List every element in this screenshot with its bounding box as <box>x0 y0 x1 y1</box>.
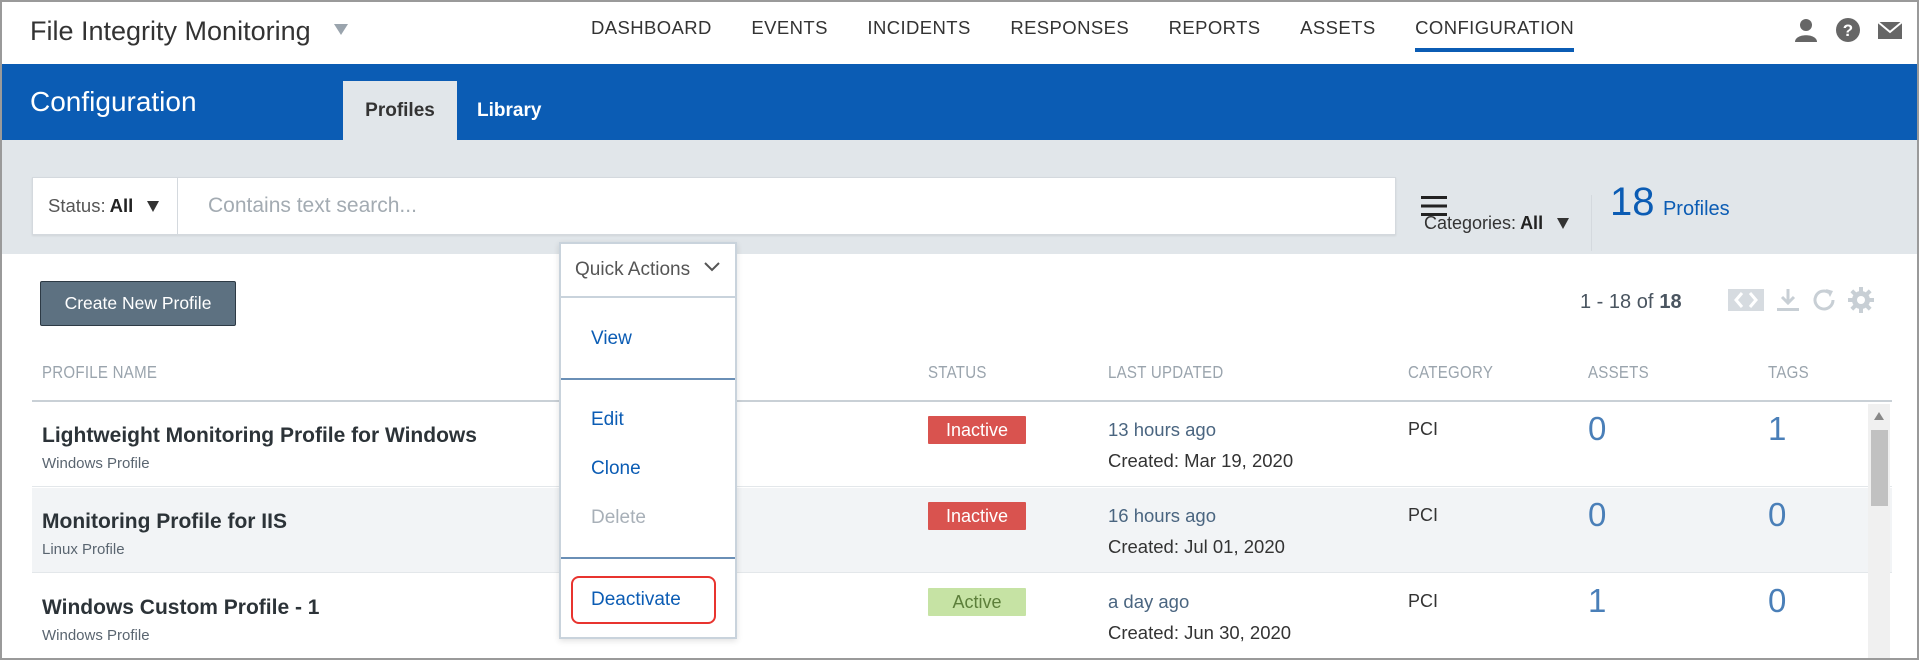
top-icons: ? <box>1793 17 1903 43</box>
create-new-profile-button[interactable]: Create New Profile <box>40 281 236 326</box>
profile-name[interactable]: Monitoring Profile for IIS <box>42 510 287 534</box>
status-filter[interactable]: Status: All <box>33 178 178 234</box>
nav-events[interactable]: EVENTS <box>751 17 827 53</box>
status-filter-value: All <box>109 195 134 216</box>
menu-item-clone[interactable]: Clone <box>591 458 641 480</box>
nav-configuration[interactable]: CONFIGURATION <box>1415 17 1575 53</box>
table-header: PROFILE NAME STATUS LAST UPDATED CATEGOR… <box>32 354 1892 402</box>
quick-actions-menu: Quick Actions View Edit Clone Delete Dea… <box>559 242 737 639</box>
download-icon[interactable] <box>1775 287 1801 313</box>
column-header-status[interactable]: STATUS <box>928 362 987 383</box>
column-header-last-updated[interactable]: LAST UPDATED <box>1108 362 1223 383</box>
pagination-total: 18 <box>1659 291 1682 313</box>
main-nav: DASHBOARD EVENTS INCIDENTS RESPONSES REP… <box>591 17 1614 53</box>
table-row[interactable]: Monitoring Profile for IIS Linux Profile… <box>32 488 1892 573</box>
category-value: PCI <box>1408 419 1439 439</box>
quick-actions-label: Quick Actions <box>575 259 691 280</box>
nav-responses[interactable]: RESPONSES <box>1010 17 1129 53</box>
menu-item-edit[interactable]: Edit <box>591 409 624 431</box>
last-updated: 16 hours ago <box>1108 505 1217 526</box>
svg-text:?: ? <box>1843 21 1853 40</box>
table-tools <box>1727 286 1875 314</box>
profile-type: Windows Profile <box>42 627 150 644</box>
status-filter-label: Status: <box>48 195 106 216</box>
profile-name[interactable]: Windows Custom Profile - 1 <box>42 596 320 620</box>
top-bar: File Integrity Monitoring DASHBOARD EVEN… <box>2 2 1917 64</box>
page-title: Configuration <box>30 86 197 117</box>
status-badge: Inactive <box>928 502 1026 530</box>
tab-profiles[interactable]: Profiles <box>343 81 457 140</box>
assets-count-link[interactable]: 1 <box>1588 582 1606 620</box>
status-badge: Inactive <box>928 416 1026 444</box>
assets-count-link[interactable]: 0 <box>1588 410 1606 448</box>
nav-incidents[interactable]: INCIDENTS <box>867 17 970 53</box>
profile-count-number: 18 <box>1610 180 1655 224</box>
tags-count-link[interactable]: 0 <box>1768 496 1786 534</box>
filter-band: Categories: All Status: All 18 Profiles <box>2 140 1917 254</box>
menu-item-delete: Delete <box>591 507 646 528</box>
tab-library[interactable]: Library <box>457 81 561 140</box>
mail-icon[interactable] <box>1877 17 1903 43</box>
nav-reports[interactable]: REPORTS <box>1169 17 1261 53</box>
chevron-down-icon <box>704 262 720 272</box>
scrollbar-thumb[interactable] <box>1871 430 1888 506</box>
dropdown-caret-icon <box>147 200 160 212</box>
hamburger-menu-icon[interactable] <box>1421 195 1447 217</box>
tags-count-link[interactable]: 0 <box>1768 582 1786 620</box>
app-title: File Integrity Monitoring <box>30 16 311 46</box>
table-row[interactable]: Lightweight Monitoring Profile for Windo… <box>32 402 1892 487</box>
pagination-info: 1 - 18 of 18 <box>1580 291 1682 314</box>
created-date: Created: Jun 30, 2020 <box>1108 622 1292 643</box>
column-header-assets[interactable]: ASSETS <box>1588 362 1649 383</box>
page-header: Configuration Profiles Library <box>2 64 1917 140</box>
profile-count-label: Profiles <box>1662 198 1730 220</box>
menu-divider <box>561 557 735 559</box>
expand-columns-icon[interactable] <box>1727 288 1765 312</box>
profile-name[interactable]: Lightweight Monitoring Profile for Windo… <box>42 424 477 448</box>
category-value: PCI <box>1408 505 1439 525</box>
table-row[interactable]: Windows Custom Profile - 1 Windows Profi… <box>32 574 1892 658</box>
column-header-profile-name[interactable]: PROFILE NAME <box>42 362 157 383</box>
assets-count-link[interactable]: 0 <box>1588 496 1606 534</box>
filter-bar: Categories: All Status: All <box>32 177 1592 251</box>
last-updated: 13 hours ago <box>1108 419 1217 440</box>
column-header-tags[interactable]: TAGS <box>1768 362 1809 383</box>
refresh-icon[interactable] <box>1811 287 1837 313</box>
help-icon[interactable]: ? <box>1835 17 1861 43</box>
dropdown-caret-icon <box>1557 217 1570 229</box>
menu-divider <box>561 378 735 380</box>
menu-item-deactivate[interactable]: Deactivate <box>591 589 681 611</box>
created-date: Created: Mar 19, 2020 <box>1108 450 1294 471</box>
scroll-up-arrow-icon[interactable] <box>1874 412 1884 420</box>
created-date: Created: Jul 01, 2020 <box>1108 536 1285 557</box>
user-icon[interactable] <box>1793 17 1819 43</box>
nav-assets[interactable]: ASSETS <box>1300 17 1375 53</box>
category-value: PCI <box>1408 591 1439 611</box>
profile-type: Linux Profile <box>42 541 125 558</box>
app-switcher-caret-icon[interactable] <box>334 24 348 35</box>
status-badge: Active <box>928 588 1026 616</box>
app-window: File Integrity Monitoring DASHBOARD EVEN… <box>0 0 1919 660</box>
pagination-range: 1 - 18 of <box>1580 291 1654 313</box>
profile-count: 18 Profiles <box>1610 180 1730 225</box>
search-input[interactable] <box>178 178 1395 234</box>
categories-filter-value: All <box>1520 212 1544 233</box>
tags-count-link[interactable]: 1 <box>1768 410 1786 448</box>
last-updated: a day ago <box>1108 591 1190 612</box>
menu-item-view[interactable]: View <box>591 328 632 350</box>
quick-actions-toggle[interactable]: Quick Actions <box>561 244 735 298</box>
profile-type: Windows Profile <box>42 455 150 472</box>
nav-dashboard[interactable]: DASHBOARD <box>591 17 712 53</box>
settings-gear-icon[interactable] <box>1847 286 1875 314</box>
column-header-category[interactable]: CATEGORY <box>1408 362 1493 383</box>
